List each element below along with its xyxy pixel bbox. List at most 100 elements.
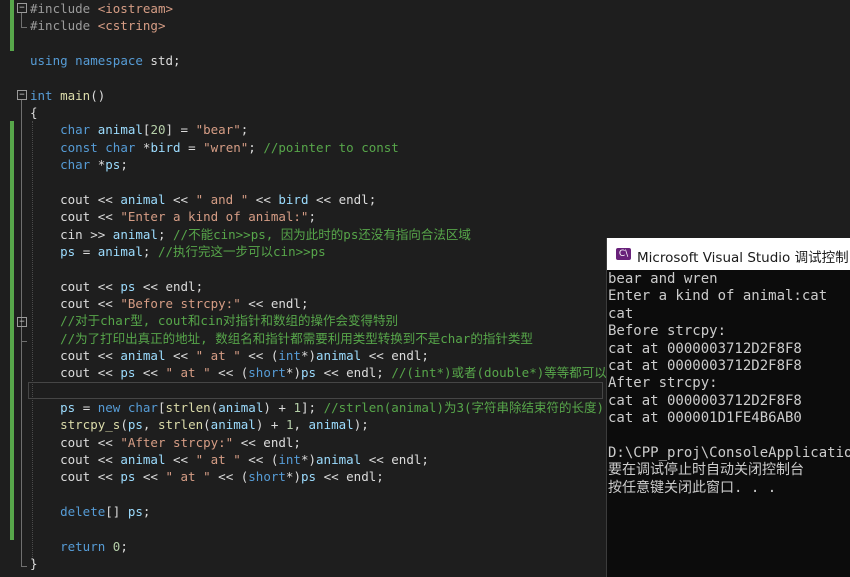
code-token: int <box>278 452 301 468</box>
collapse-comment-toggle[interactable]: − <box>17 317 27 327</box>
code-token: bird <box>278 191 309 207</box>
code-token: ; <box>240 122 249 138</box>
code-line[interactable]: { <box>30 104 38 121</box>
code-line[interactable]: cout << "Enter a kind of animal:"; <box>30 208 316 225</box>
code-token: cout << <box>30 191 121 207</box>
code-token: << endl; <box>135 278 204 294</box>
code-line[interactable]: //为了打印出真正的地址, 数组名和指针都需要利用类型转换到不是char的指针类… <box>30 330 533 347</box>
code-token: << endl; <box>308 191 377 207</box>
code-line[interactable]: cin >> animal; //不能cin>>ps, 因为此时的ps还没有指向… <box>30 226 471 243</box>
code-token: "bear" <box>195 122 241 138</box>
code-token: << endl; <box>361 348 429 363</box>
code-token: [ <box>157 400 166 416</box>
code-token: ps <box>120 365 136 381</box>
code-token: *) <box>285 469 301 485</box>
console-app-icon: C\ <box>616 248 631 260</box>
code-token: 20 <box>150 122 166 138</box>
code-token: animal <box>210 417 256 433</box>
code-line[interactable]: const char *bird = "wren"; //pointer to … <box>30 139 399 156</box>
code-token: << ( <box>240 348 279 363</box>
code-line[interactable]: cout << ps << " at " << (short*)ps << en… <box>30 468 384 485</box>
code-token: << ( <box>210 365 249 381</box>
code-line[interactable]: cout << animal << " and " << bird << end… <box>30 191 376 208</box>
collapse-main-toggle[interactable]: − <box>17 90 27 100</box>
code-token: animal <box>316 348 362 363</box>
code-token: short <box>248 469 286 485</box>
code-line[interactable]: #include <cstring> <box>30 17 165 34</box>
code-token: ; <box>248 139 264 155</box>
code-token: cin >> <box>30 226 113 242</box>
code-line[interactable]: return 0; <box>30 538 128 555</box>
change-bar <box>10 0 14 51</box>
code-token: animal <box>218 400 264 416</box>
code-token: cout << <box>30 348 121 363</box>
code-token: , <box>293 417 309 433</box>
code-line[interactable]: strcpy_s(ps, strlen(animal) + 1, animal)… <box>30 416 369 433</box>
code-token: char <box>60 157 91 173</box>
code-line[interactable]: } <box>30 555 38 572</box>
code-token: ps <box>300 469 317 485</box>
code-token: *) <box>300 348 317 363</box>
code-token: //不能cin>>ps, 因为此时的ps还没有指向合法区域 <box>173 226 471 242</box>
code-token: cout << <box>30 209 121 225</box>
code-line[interactable]: cout << ps << endl; <box>30 278 203 295</box>
code-line[interactable]: cout << animal << " at " << (int*)animal… <box>30 451 429 468</box>
code-token: animal <box>120 348 166 363</box>
code-token: ; <box>120 538 128 554</box>
console-title-bar[interactable]: C\ Microsoft Visual Studio 调试控制台 <box>607 238 850 270</box>
code-token: << endl; <box>233 434 301 450</box>
code-token: [] <box>105 504 128 520</box>
code-token: char <box>105 139 136 155</box>
code-line[interactable]: //对于char型, cout和cin对指针和数组的操作会变得特别 <box>30 312 398 329</box>
code-line[interactable]: cout << ps << " at " << (short*)ps << en… <box>30 364 607 381</box>
code-line[interactable]: char animal[20] = "bear"; <box>30 121 248 138</box>
code-token: ; <box>157 226 174 242</box>
code-line[interactable]: ps = new char[strlen(animal) + 1]; //str… <box>30 399 604 416</box>
code-line[interactable]: int main() <box>30 87 105 104</box>
code-token: = <box>75 400 98 416</box>
code-token: * <box>90 157 106 173</box>
console-line: cat at 0000003712D2F8F8 <box>608 392 802 409</box>
code-token: char <box>127 400 158 416</box>
code-token: ps <box>127 417 143 433</box>
console-line: Before strcpy: <box>608 323 727 340</box>
code-token: "After strcpy:" <box>120 434 234 450</box>
code-line[interactable]: cout << animal << " at " << (int*)animal… <box>30 347 429 364</box>
code-token: << <box>135 469 166 485</box>
fold-guide-end <box>21 341 27 342</box>
code-line[interactable]: using namespace std; <box>30 52 181 69</box>
code-token: cout << <box>30 365 121 381</box>
code-token: ); <box>353 417 369 433</box>
code-token: << <box>248 191 279 207</box>
code-line[interactable]: cout << "After strcpy:" << endl; <box>30 434 301 451</box>
code-token: << endl; <box>361 452 429 468</box>
code-token: ]; <box>300 400 324 416</box>
code-line[interactable]: #include <iostream> <box>30 0 173 17</box>
code-token: ) + <box>255 417 286 433</box>
code-token: cout << <box>30 278 121 294</box>
code-token: ps <box>120 278 136 294</box>
console-line: After strcpy: <box>608 375 718 392</box>
debug-console-window[interactable]: C\ Microsoft Visual Studio 调试控制台 bear an… <box>606 238 850 577</box>
code-token: << ( <box>210 469 249 485</box>
code-token: << <box>165 191 196 207</box>
code-token: << <box>165 348 196 363</box>
code-token: << <box>165 452 196 468</box>
code-line[interactable]: ps = animal; //执行完这一步可以cin>>ps <box>30 243 326 260</box>
code-token: #include <box>30 18 98 34</box>
collapse-includes-toggle[interactable]: − <box>17 3 27 13</box>
code-token: " and " <box>195 191 249 207</box>
code-token: " at " <box>195 348 241 363</box>
code-token: cout << <box>30 469 121 485</box>
fold-guide <box>21 327 22 341</box>
code-line[interactable]: char *ps; <box>30 156 128 173</box>
code-token: //pointer to const <box>263 139 399 155</box>
code-token: << endl; <box>240 295 309 311</box>
code-line[interactable]: delete[] ps; <box>30 503 150 520</box>
code-line[interactable]: cout << "Before strcpy:" << endl; <box>30 295 308 312</box>
